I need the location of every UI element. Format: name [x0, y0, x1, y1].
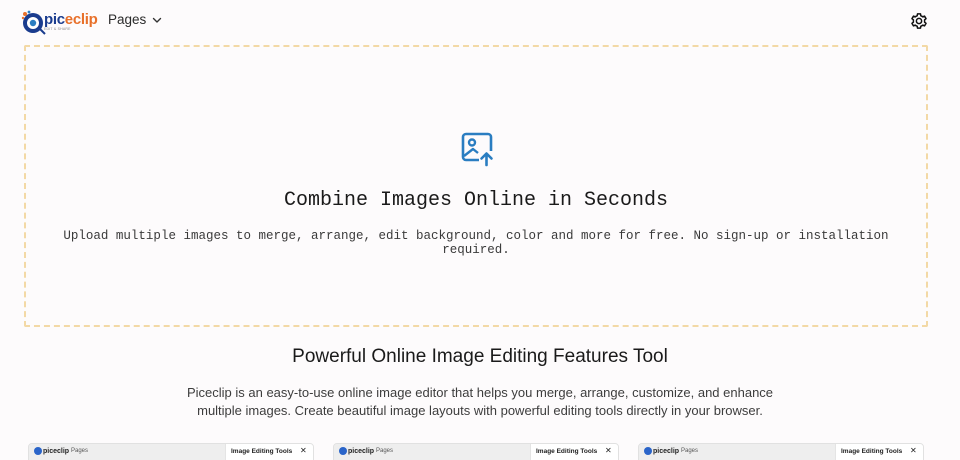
chevron-down-icon: [153, 17, 162, 23]
card-logo-text: piceclip: [43, 447, 70, 455]
image-dropzone[interactable]: Combine Images Online in Seconds Upload …: [24, 45, 928, 327]
pages-menu-label: Pages: [108, 12, 147, 27]
gear-icon[interactable]: [910, 12, 928, 30]
card-logo-icon: [644, 447, 652, 455]
card-tools-panel: Image Editing Tools ✕: [835, 444, 923, 460]
card-panel-title: Image Editing Tools: [841, 448, 903, 455]
feature-preview-card[interactable]: piceclip Pages Image Editing Tools ✕: [28, 443, 314, 460]
card-logo: piceclip: [339, 447, 374, 455]
logo-tagline: EDIT & SHARE: [44, 27, 71, 32]
logo-mark-icon: [20, 9, 46, 35]
feature-preview-card[interactable]: piceclip Pages Image Editing Tools ✕: [638, 443, 924, 460]
card-logo-text: piceclip: [653, 447, 680, 455]
logo-word-pic: pic: [44, 11, 65, 29]
card-logo: piceclip: [34, 447, 69, 455]
header: pic eclip EDIT & SHARE Pages: [0, 0, 960, 44]
dropzone-subtitle: Upload multiple images to merge, arrange…: [63, 229, 889, 257]
features-title: Powerful Online Image Editing Features T…: [292, 346, 668, 367]
pages-menu-button[interactable]: Pages: [108, 12, 162, 27]
card-logo-icon: [34, 447, 42, 455]
features-description: Piceclip is an easy-to-use online image …: [186, 385, 774, 418]
feature-preview-card[interactable]: piceclip Pages Image Editing Tools ✕: [333, 443, 619, 460]
card-logo: piceclip: [644, 447, 679, 455]
dropzone-title: Combine Images Online in Seconds: [283, 189, 669, 212]
close-icon: ✕: [300, 446, 307, 455]
close-icon: ✕: [605, 446, 612, 455]
card-panel-title: Image Editing Tools: [231, 448, 293, 455]
image-upload-icon: [460, 131, 496, 167]
card-logo-icon: [339, 447, 347, 455]
logo-text: pic eclip EDIT & SHARE: [44, 11, 98, 32]
logo[interactable]: pic eclip EDIT & SHARE: [20, 8, 98, 36]
card-pages-label: Pages: [376, 448, 394, 454]
card-panel-title: Image Editing Tools: [536, 448, 598, 455]
page: pic eclip EDIT & SHARE Pages Combine Ima…: [0, 0, 960, 460]
card-tools-panel: Image Editing Tools ✕: [225, 444, 313, 460]
card-pages-label: Pages: [71, 448, 89, 454]
card-pages-label: Pages: [681, 448, 699, 454]
card-logo-text: piceclip: [348, 447, 375, 455]
logo-word-clip: eclip: [64, 11, 98, 29]
close-icon: ✕: [910, 446, 917, 455]
card-tools-panel: Image Editing Tools ✕: [530, 444, 618, 460]
